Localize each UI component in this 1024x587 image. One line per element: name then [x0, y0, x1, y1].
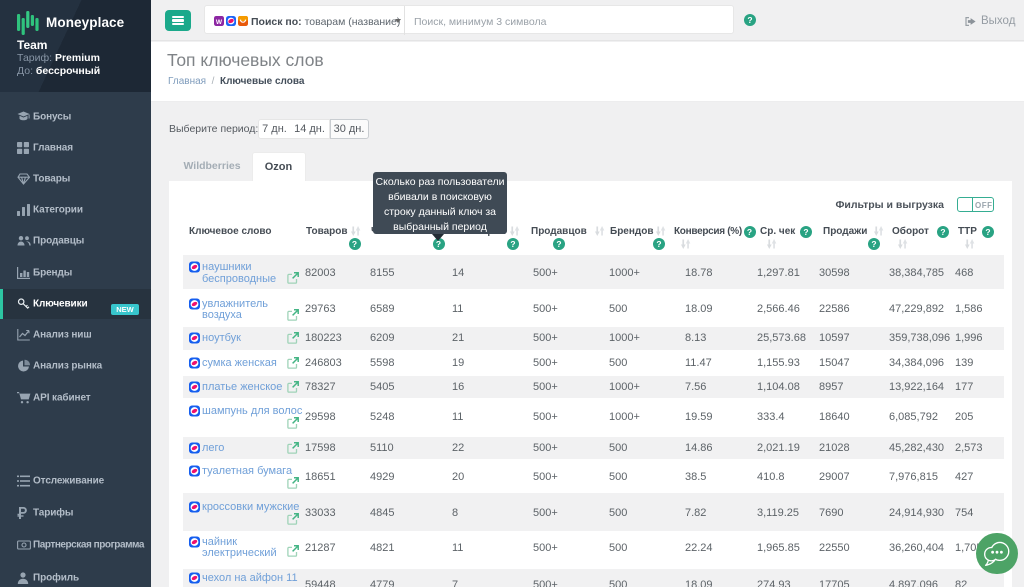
svg-text:W: W: [216, 19, 223, 26]
